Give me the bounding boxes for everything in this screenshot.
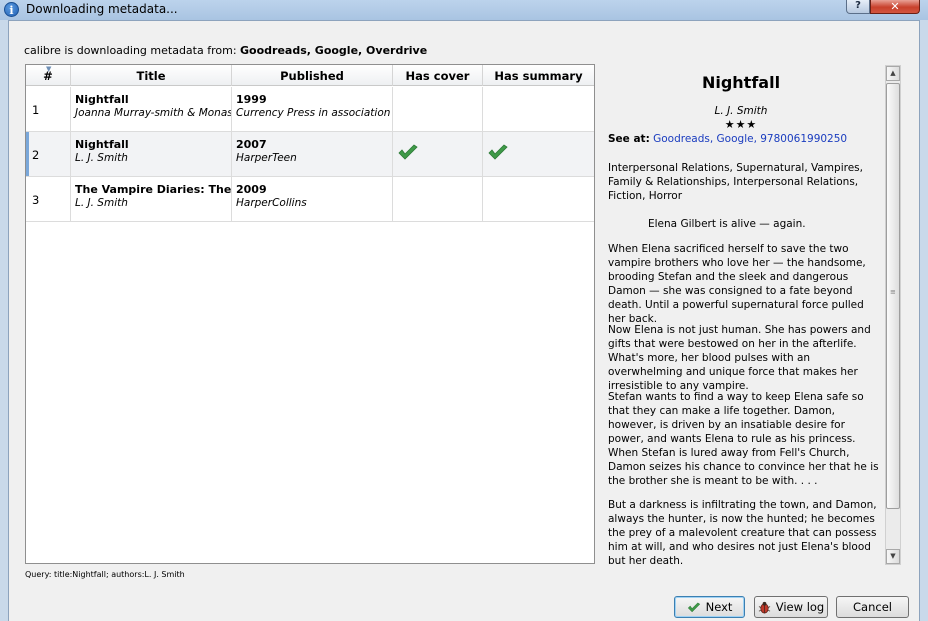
source-line: calibre is downloading metadata from: Go… <box>24 44 427 57</box>
col-header-has-cover[interactable]: Has cover <box>393 65 483 86</box>
row-has-summary <box>483 177 594 221</box>
row-year: 1999 <box>236 93 267 106</box>
details-tags: Interpersonal Relations, Supernatural, V… <box>608 162 863 202</box>
row-author: L. J. Smith <box>75 152 128 164</box>
cancel-button[interactable]: Cancel <box>836 596 909 618</box>
row-has-cover <box>393 177 483 221</box>
row-publisher: HarperTeen <box>236 152 297 164</box>
row-has-cover <box>393 132 483 176</box>
next-button[interactable]: Next <box>674 596 745 618</box>
col-header-published[interactable]: Published <box>232 65 393 86</box>
details-author: L. J. Smith <box>714 105 768 117</box>
row-has-cover <box>393 87 483 131</box>
source-prefix: calibre is downloading metadata from: <box>24 44 241 57</box>
view-log-label: View log <box>775 600 825 614</box>
row-has-summary <box>483 87 594 131</box>
summary-paragraph: But a darkness is infiltrating the town,… <box>608 499 877 567</box>
grip-icon: ≡ <box>890 288 896 296</box>
sort-indicator-icon: ▼ <box>46 65 52 73</box>
row-has-summary <box>483 132 594 176</box>
summary-paragraph: Stefan wants to find a way to keep Elena… <box>608 391 879 487</box>
dialog-body: calibre is downloading metadata from: Go… <box>8 20 920 621</box>
summary-paragraph: When Elena sacrificed herself to save th… <box>608 243 866 325</box>
row-number: 2 <box>32 148 40 162</box>
scroll-up-icon[interactable]: ▲ <box>886 66 900 81</box>
source-list: Goodreads, Google, Overdrive <box>240 44 428 57</box>
help-button[interactable]: ? <box>846 0 870 14</box>
row-title: Nightfall <box>75 138 129 151</box>
row-publisher: Currency Press in association with <box>236 107 392 119</box>
row-author: L. J. Smith <box>75 197 128 209</box>
scroll-thumb[interactable]: ≡ <box>886 83 900 509</box>
bug-icon <box>758 601 770 614</box>
details-scrollbar[interactable]: ▲ ≡ ▼ <box>885 65 901 565</box>
row-year: 2007 <box>236 138 267 151</box>
window-title: Downloading metadata... <box>26 2 178 16</box>
row-publisher: HarperCollins <box>236 197 307 209</box>
see-at-line: See at: Goodreads, Google, 9780061990250 <box>608 133 847 145</box>
book-details-pane: Nightfall L. J. Smith ★★★ See at: Goodre… <box>608 65 880 571</box>
details-title: Nightfall <box>701 73 781 92</box>
summary-paragraph: Now Elena is not just human. She has pow… <box>608 324 871 392</box>
row-title: The Vampire Diaries: The Return <box>75 183 232 196</box>
see-at-links[interactable]: Goodreads, Google, 9780061990250 <box>653 133 847 145</box>
scroll-down-icon[interactable]: ▼ <box>886 549 900 564</box>
checkmark-icon <box>687 602 700 612</box>
row-year: 2009 <box>236 183 267 196</box>
query-text: Query: title:Nightfall; authors:L. J. Sm… <box>25 570 185 579</box>
row-author: Joanna Murray-smith & Monash University <box>75 107 231 119</box>
row-title: Nightfall <box>75 93 129 106</box>
checkmark-icon <box>398 144 418 160</box>
rating-stars: ★★★ <box>724 118 758 131</box>
results-table[interactable]: ▼ # Title Published Has cover Has summar… <box>25 64 595 564</box>
table-row-selected[interactable]: 2 Nightfall L. J. Smith 2007 HarperTeen <box>26 132 594 177</box>
next-label: Next <box>705 600 733 614</box>
col-header-number[interactable]: ▼ # <box>26 65 71 86</box>
row-number: 1 <box>32 103 40 117</box>
window-titlebar: i Downloading metadata... ? ✕ <box>0 0 928 20</box>
info-icon: i <box>4 2 19 17</box>
close-button[interactable]: ✕ <box>870 0 920 14</box>
table-header: ▼ # Title Published Has cover Has summar… <box>26 65 594 86</box>
col-header-title[interactable]: Title <box>71 65 232 86</box>
summary-paragraph: Elena Gilbert is alive — again. <box>648 218 806 230</box>
checkmark-icon <box>488 144 508 160</box>
view-log-button[interactable]: View log <box>754 596 828 618</box>
table-row[interactable]: 1 Nightfall Joanna Murray-smith & Monash… <box>26 87 594 132</box>
col-header-has-summary[interactable]: Has summary <box>483 65 594 86</box>
table-row[interactable]: 3 The Vampire Diaries: The Return L. J. … <box>26 177 594 222</box>
see-at-label: See at: <box>608 133 650 145</box>
row-number: 3 <box>32 193 40 207</box>
